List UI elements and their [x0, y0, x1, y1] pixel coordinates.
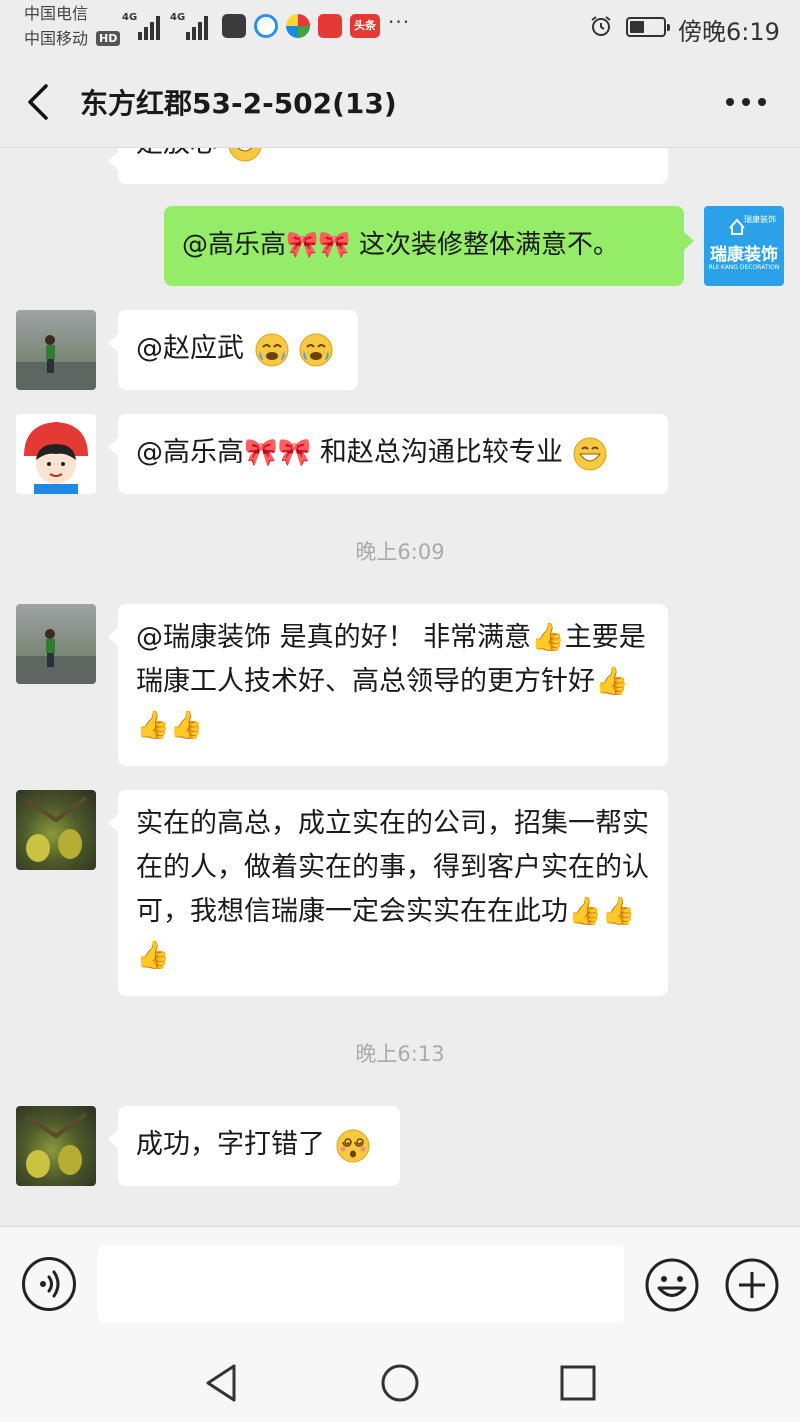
- avatar-logo-top: 瑞康装饰: [744, 215, 776, 224]
- nav-home-icon[interactable]: [375, 1358, 425, 1408]
- crying-emoji-icon: [255, 333, 289, 366]
- nav-back-icon[interactable]: [198, 1358, 248, 1408]
- message-bubble[interactable]: 成功，字打错了: [108, 1106, 400, 1186]
- news-app-icon: 头条: [350, 14, 380, 38]
- message-bubble[interactable]: 是放心: [108, 148, 668, 184]
- avatar-user-photo[interactable]: [16, 310, 96, 390]
- huawei-app-icon: [222, 14, 246, 38]
- message-bubble[interactable]: @瑞康装饰 是真的好！ 非常满意👍主要是瑞康工人技术好、高总领导的更方针好👍👍👍: [108, 604, 668, 766]
- alarm-icon: [591, 16, 611, 36]
- status-bar: 中国电信 中国移动 HD 4G 4G 头条 ··· 傍晚6:19: [0, 0, 800, 56]
- message-bubble-self[interactable]: @高乐高🎀🎀 这次装修整体满意不。: [164, 206, 694, 286]
- message-bubble[interactable]: 实在的高总，成立实在的公司，招集一帮实在的人，做着实在的事，得到客户实在的认可，…: [108, 790, 668, 996]
- emoji-picker-icon[interactable]: [644, 1257, 700, 1313]
- avatar-logo-name: 瑞康装饰: [710, 245, 778, 265]
- battery-icon: [626, 17, 670, 37]
- avatar-fruit-photo[interactable]: [16, 1106, 96, 1186]
- chat-title: 东方红郡53-2-502(13): [80, 87, 397, 120]
- dizzy-emoji-icon: [336, 1129, 370, 1162]
- message-bubble[interactable]: @赵应武: [108, 310, 358, 390]
- grin-emoji-icon: [573, 437, 607, 470]
- browser-app-icon: [254, 14, 278, 38]
- grin-emoji-icon: [228, 148, 261, 161]
- carrier-label-1: 中国电信: [24, 4, 89, 23]
- carrier-label-2: 中国移动: [24, 29, 89, 48]
- more-indicator: ···: [388, 10, 411, 34]
- avatar-logo-sub: RUI KANG DECORATION: [708, 264, 780, 271]
- timestamp-label: 晚上6:13: [355, 1042, 445, 1066]
- add-attachment-icon[interactable]: [724, 1257, 780, 1313]
- status-time: 傍晚6:19: [678, 18, 780, 46]
- back-arrow-icon[interactable]: [24, 82, 56, 122]
- more-options-icon[interactable]: [726, 98, 766, 108]
- message-bubble[interactable]: @高乐高🎀🎀 和赵总沟通比较专业: [108, 414, 668, 494]
- camera-app-icon: [286, 14, 310, 38]
- message-list[interactable]: 是放心 @高乐高🎀🎀 这次装修整体满意不。 瑞康装饰 瑞康装饰 RUI KANG…: [0, 148, 800, 1226]
- timestamp-label: 晚上6:09: [355, 540, 445, 564]
- crying-emoji-icon: [299, 333, 333, 366]
- signal-icon-2: 4G: [170, 12, 214, 40]
- message-input[interactable]: [98, 1245, 624, 1323]
- system-nav-bar: [0, 1344, 800, 1422]
- hd-badge: HD: [96, 31, 121, 46]
- input-bar: [0, 1226, 800, 1344]
- chat-header: 东方红郡53-2-502(13): [0, 56, 800, 148]
- signal-icon-1: 4G: [122, 12, 164, 40]
- avatar-cartoon[interactable]: [16, 414, 96, 494]
- reader-app-icon: [318, 14, 342, 38]
- avatar-ruikang[interactable]: 瑞康装饰 瑞康装饰 RUI KANG DECORATION: [704, 206, 784, 286]
- avatar-user-photo[interactable]: [16, 604, 96, 684]
- nav-recents-icon[interactable]: [553, 1358, 603, 1408]
- avatar-fruit-photo[interactable]: [16, 790, 96, 870]
- voice-input-icon[interactable]: [22, 1257, 76, 1311]
